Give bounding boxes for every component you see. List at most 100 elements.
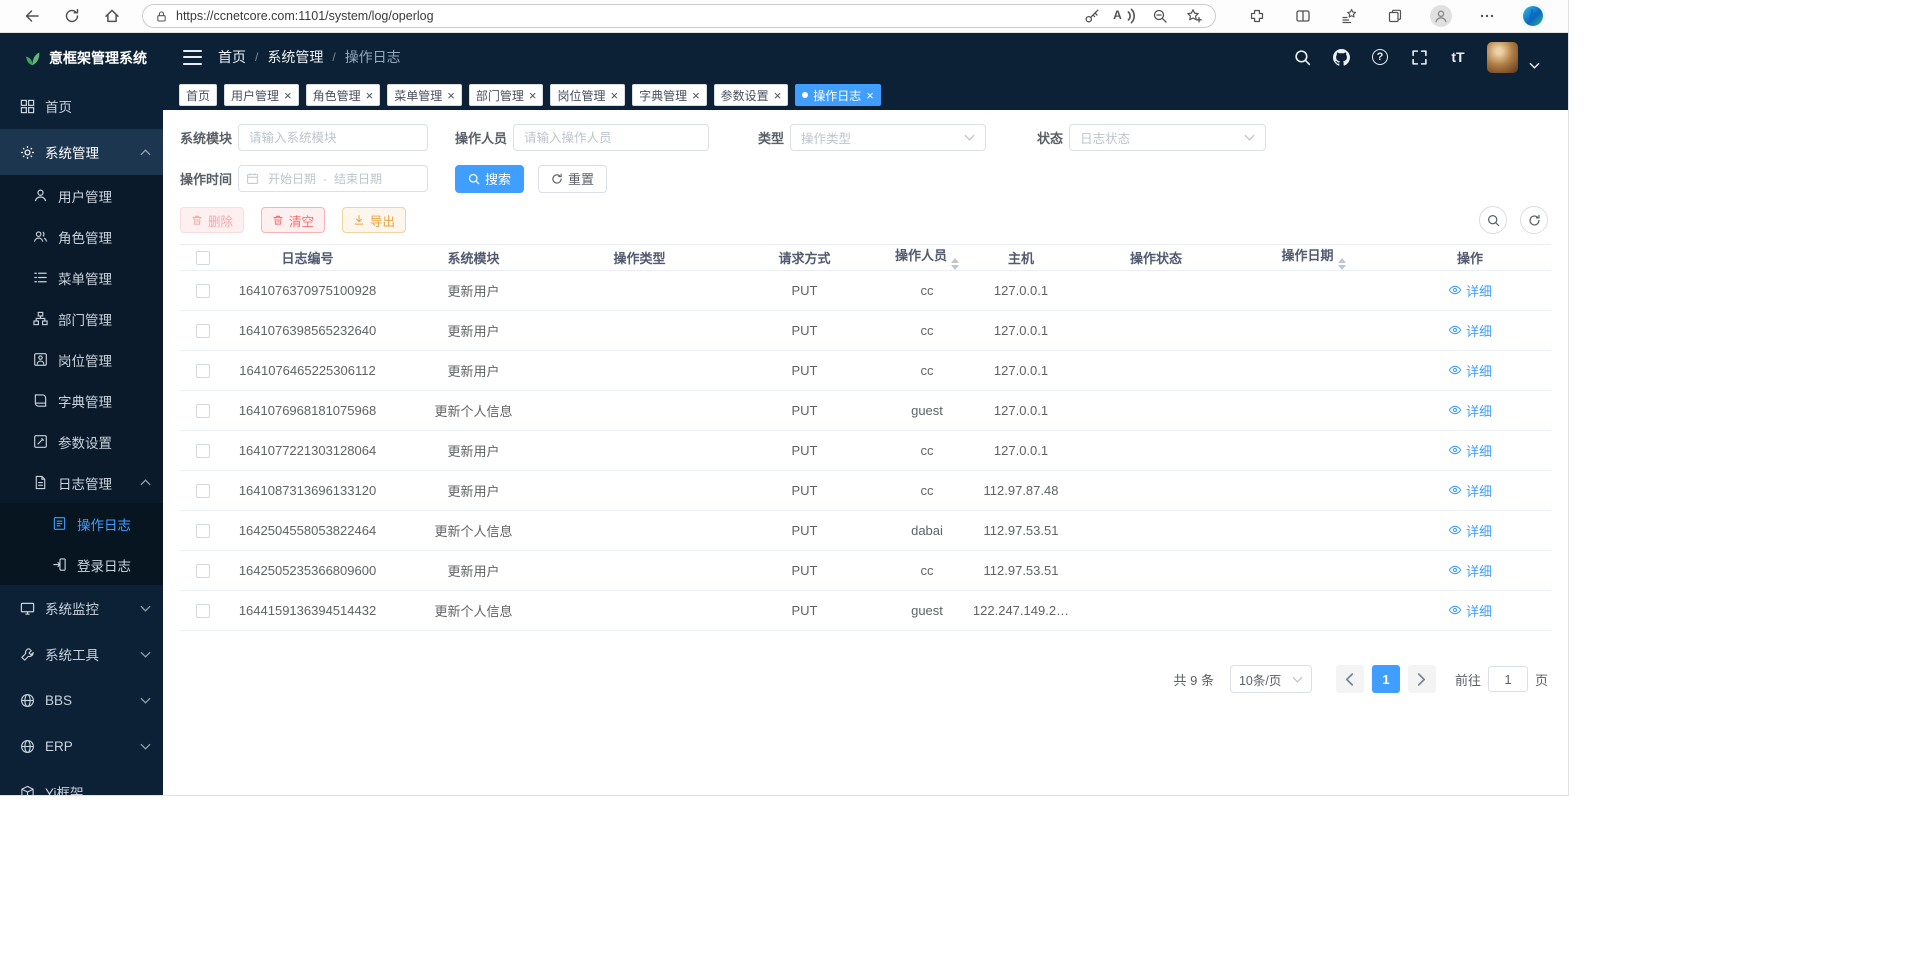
help-icon[interactable]: ? — [1366, 43, 1394, 71]
sidebar-item-bbs[interactable]: BBS — [0, 677, 163, 723]
row-checkbox[interactable] — [196, 524, 210, 538]
clear-button[interactable]: 清空 — [261, 207, 325, 233]
tab-role-management[interactable]: 角色管理× — [306, 84, 381, 106]
row-checkbox[interactable] — [196, 604, 210, 618]
breadcrumb-home[interactable]: 首页 — [218, 47, 246, 67]
detail-link[interactable]: 详细 — [1448, 401, 1492, 420]
sidebar-item-log-management[interactable]: 日志管理 — [0, 462, 163, 503]
tab-close-icon[interactable]: × — [774, 89, 782, 102]
detail-link[interactable]: 详细 — [1448, 321, 1492, 340]
detail-link[interactable]: 详细 — [1448, 481, 1492, 500]
type-select[interactable]: 操作类型 — [790, 124, 986, 151]
sidebar-item-yi-framework[interactable]: Yi框架 — [0, 769, 163, 795]
operator-input[interactable] — [524, 131, 698, 145]
tab-home[interactable]: 首页 — [179, 84, 217, 106]
sidebar-item-dept-management[interactable]: 部门管理 — [0, 298, 163, 339]
zoom-out-icon[interactable] — [1143, 5, 1177, 27]
split-screen-icon[interactable] — [1280, 2, 1326, 30]
chevron-down-icon[interactable] — [1529, 62, 1540, 69]
sidebar-item-dict-management[interactable]: 字典管理 — [0, 380, 163, 421]
sidebar-item-menu-management[interactable]: 菜单管理 — [0, 257, 163, 298]
favorites-icon[interactable] — [1326, 2, 1372, 30]
select-all-checkbox[interactable] — [196, 251, 210, 265]
start-date-input[interactable] — [263, 172, 321, 186]
sidebar-item-system-tools[interactable]: 系统工具 — [0, 631, 163, 677]
tab-param-settings[interactable]: 参数设置× — [714, 84, 789, 106]
browser-profile-avatar[interactable] — [1418, 2, 1464, 30]
tab-menu-management[interactable]: 菜单管理× — [387, 84, 462, 106]
user-avatar[interactable] — [1487, 42, 1518, 73]
fullscreen-icon[interactable] — [1405, 43, 1433, 71]
sidebar-toggle-icon[interactable] — [183, 50, 202, 65]
delete-button[interactable]: 删除 — [180, 207, 244, 233]
tab-dict-management[interactable]: 字典管理× — [632, 84, 707, 106]
prev-page-button[interactable] — [1336, 665, 1364, 693]
row-checkbox[interactable] — [196, 284, 210, 298]
end-date-input[interactable] — [329, 172, 387, 186]
tab-close-icon[interactable]: × — [529, 89, 537, 102]
password-key-icon[interactable] — [1075, 5, 1109, 27]
read-aloud-icon[interactable]: A — [1109, 5, 1143, 27]
detail-link[interactable]: 详细 — [1448, 361, 1492, 380]
breadcrumb-system-management[interactable]: 系统管理 — [267, 47, 323, 67]
browser-menu-ellipsis-icon[interactable] — [1464, 2, 1510, 30]
add-favorite-icon[interactable] — [1177, 5, 1211, 27]
export-button[interactable]: 导出 — [342, 207, 406, 233]
tab-close-icon[interactable]: × — [447, 89, 455, 102]
tab-post-management[interactable]: 岗位管理× — [550, 84, 625, 106]
sidebar-item-home[interactable]: 首页 — [0, 83, 163, 129]
detail-link[interactable]: 详细 — [1448, 521, 1492, 540]
tab-user-management[interactable]: 用户管理× — [224, 84, 299, 106]
tab-close-icon[interactable]: × — [610, 89, 618, 102]
col-date[interactable]: 操作日期 — [1237, 245, 1390, 271]
row-checkbox[interactable] — [196, 364, 210, 378]
row-checkbox[interactable] — [196, 404, 210, 418]
tab-dept-management[interactable]: 部门管理× — [469, 84, 544, 106]
detail-link[interactable]: 详细 — [1448, 441, 1492, 460]
bing-copilot-icon[interactable]: b — [1510, 2, 1556, 30]
search-button[interactable]: 搜索 — [455, 165, 524, 193]
tab-operation-log[interactable]: 操作日志× — [795, 84, 881, 106]
toggle-search-button[interactable] — [1479, 206, 1507, 234]
sidebar-item-system-monitor[interactable]: 系统监控 — [0, 585, 163, 631]
sort-icon[interactable] — [1338, 258, 1346, 270]
page-size-select[interactable]: 10条/页 — [1230, 665, 1312, 693]
row-checkbox[interactable] — [196, 324, 210, 338]
col-operator[interactable]: 操作人员 — [887, 245, 967, 271]
sidebar-item-login-log[interactable]: 登录日志 — [0, 544, 163, 585]
github-icon[interactable] — [1327, 43, 1355, 71]
sidebar-item-role-management[interactable]: 角色管理 — [0, 216, 163, 257]
sidebar-item-operation-log[interactable]: 操作日志 — [0, 503, 163, 544]
extensions-icon[interactable] — [1234, 2, 1280, 30]
tab-close-icon[interactable]: × — [284, 89, 292, 102]
collections-icon[interactable] — [1372, 2, 1418, 30]
sidebar-item-user-management[interactable]: 用户管理 — [0, 175, 163, 216]
back-icon[interactable] — [12, 3, 52, 30]
detail-link[interactable]: 详细 — [1448, 281, 1492, 300]
row-checkbox[interactable] — [196, 444, 210, 458]
detail-link[interactable]: 详细 — [1448, 561, 1492, 580]
tab-close-icon[interactable]: × — [366, 89, 374, 102]
sidebar-item-system-management[interactable]: 系统管理 — [0, 129, 163, 175]
detail-link[interactable]: 详细 — [1448, 601, 1492, 620]
row-checkbox[interactable] — [196, 484, 210, 498]
tab-close-icon[interactable]: × — [866, 89, 874, 102]
tab-close-icon[interactable]: × — [692, 89, 700, 102]
row-checkbox[interactable] — [196, 564, 210, 578]
search-icon[interactable] — [1288, 43, 1316, 71]
refresh-table-button[interactable] — [1520, 206, 1548, 234]
sidebar-item-post-management[interactable]: 岗位管理 — [0, 339, 163, 380]
sort-icon[interactable] — [951, 258, 959, 270]
next-page-button[interactable] — [1408, 665, 1436, 693]
url-bar[interactable]: https://ccnetcore.com:1101/system/log/op… — [142, 4, 1216, 28]
refresh-icon[interactable] — [52, 3, 92, 30]
goto-page-input[interactable] — [1488, 666, 1528, 692]
sidebar-item-param-settings[interactable]: 参数设置 — [0, 421, 163, 462]
date-range-picker[interactable]: - — [238, 165, 428, 192]
module-input[interactable] — [249, 131, 417, 145]
reset-button[interactable]: 重置 — [538, 165, 607, 193]
status-select[interactable]: 日志状态 — [1069, 124, 1266, 151]
page-number-current[interactable]: 1 — [1372, 665, 1400, 693]
home-icon[interactable] — [92, 3, 132, 30]
font-size-icon[interactable]: tT — [1444, 43, 1472, 71]
